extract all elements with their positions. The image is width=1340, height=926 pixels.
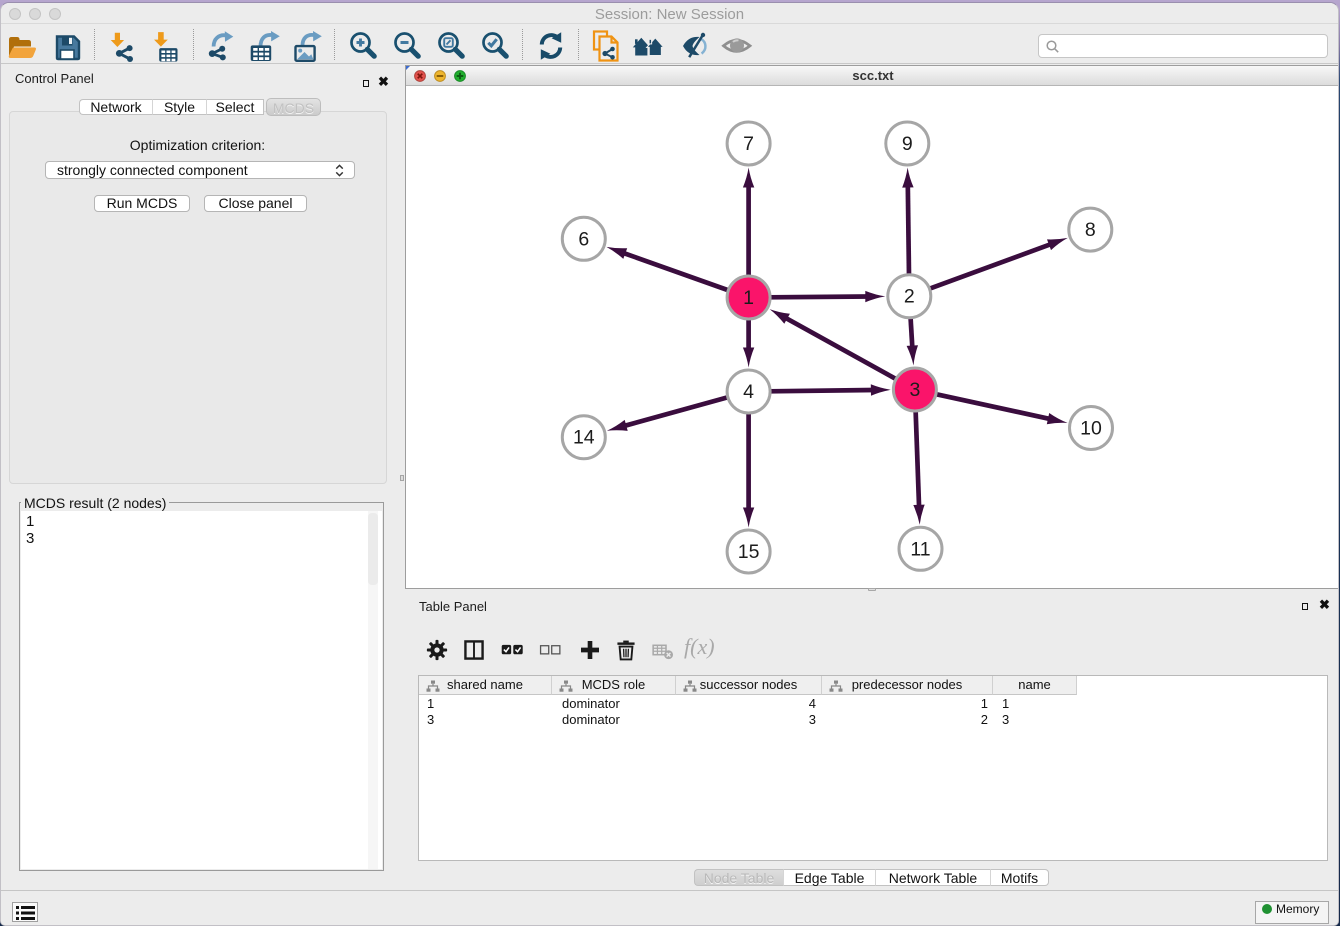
- svg-text:3: 3: [909, 379, 920, 401]
- svg-text:6: 6: [578, 228, 589, 250]
- svg-text:15: 15: [738, 541, 760, 563]
- svg-text:8: 8: [1085, 219, 1096, 241]
- svg-text:9: 9: [902, 133, 913, 155]
- svg-text:4: 4: [743, 381, 754, 403]
- svg-text:10: 10: [1080, 418, 1102, 440]
- svg-text:11: 11: [910, 538, 930, 560]
- svg-text:2: 2: [904, 286, 915, 308]
- svg-text:1: 1: [743, 287, 754, 309]
- svg-text:7: 7: [743, 133, 754, 155]
- svg-text:14: 14: [573, 427, 595, 449]
